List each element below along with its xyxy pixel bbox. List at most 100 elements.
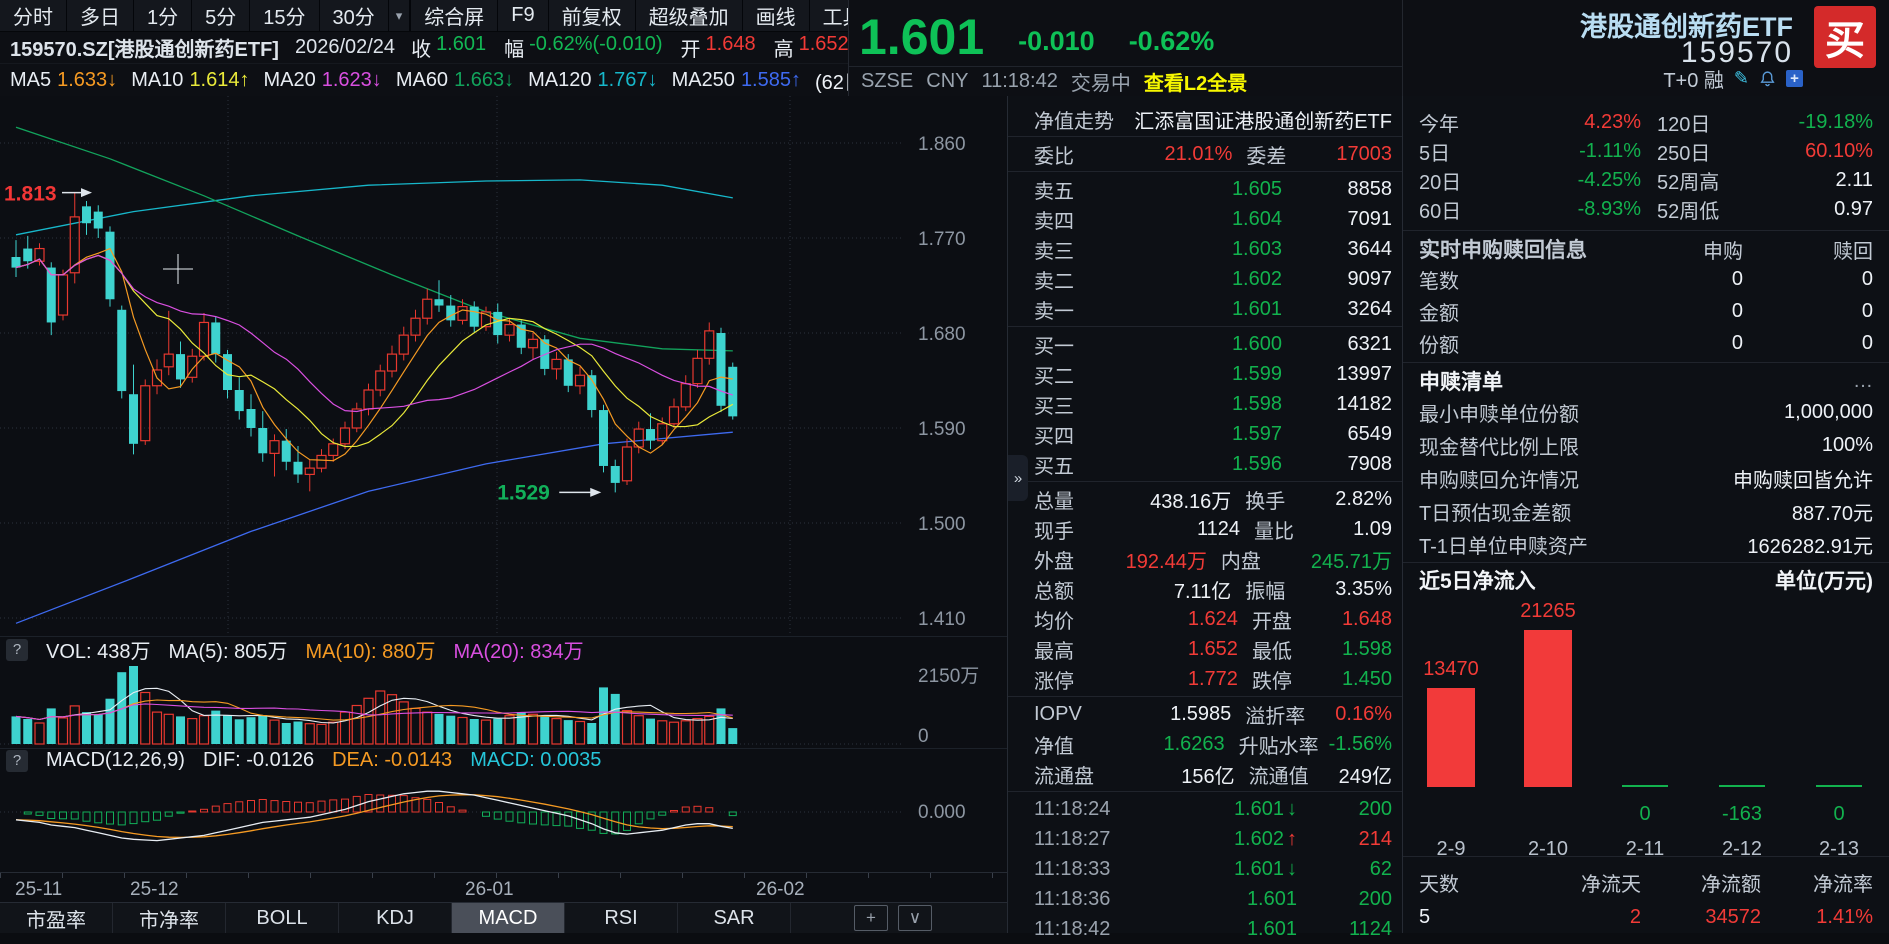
period-return-row-2: 20日-4.25%52周高2.11 xyxy=(1403,166,1889,195)
add-indicator-button[interactable]: + xyxy=(854,905,888,931)
bid-row[interactable]: 买五1.5967908 xyxy=(1008,449,1402,479)
tick-trade-row[interactable]: 11:18:271.602↑214 xyxy=(1008,824,1402,854)
fund-nav-row[interactable]: 净值走势汇添富国证港股通创新药ETF xyxy=(1008,104,1402,134)
ma-item-MA20: MA201.623↓ xyxy=(264,69,382,92)
kline-chart-pane[interactable]: 1.8601.7701.6801.5901.5001.4101.8131.529 xyxy=(0,96,1007,636)
buy-button[interactable]: 买 xyxy=(1814,6,1876,68)
bid-row[interactable]: 买三1.59814182 xyxy=(1008,389,1402,419)
flow-bar-label: 0 xyxy=(1600,803,1690,826)
quote-detail-panel: 净值走势汇添富国证港股通创新药ETF委比21.01%委差17003卖五1.605… xyxy=(1007,96,1402,933)
bid-row[interactable]: 买四1.5976549 xyxy=(1008,419,1402,449)
tool-button-2[interactable]: 前复权 xyxy=(549,0,636,31)
time-axis: 25-1125-1226-0126-02 xyxy=(0,872,1007,902)
redemption-list-header: 申赎清单… xyxy=(1403,366,1889,396)
subscription-row-1: 金额00 xyxy=(1403,295,1889,327)
vol-help-icon[interactable]: ? xyxy=(6,639,28,661)
ma-item-MA5: MA51.633↓ xyxy=(10,69,117,92)
collapse-handle[interactable]: » xyxy=(1008,455,1028,501)
period-returns-grid: 今年4.23%120日-19.18%5日-1.11%250日60.10%20日-… xyxy=(1403,108,1889,224)
chart-column: 1.8601.7701.6801.5901.5001.4101.8131.529… xyxy=(0,96,1007,933)
period-tab-0[interactable]: 分时 xyxy=(0,0,67,31)
tick-trade-row[interactable]: 11:18:361.601200 xyxy=(1008,884,1402,914)
xaxis-label-3: 26-02 xyxy=(756,879,805,901)
macd-chart[interactable]: 0.000 xyxy=(0,772,1007,872)
last-price-row: 1.601 -0.010 -0.62% xyxy=(849,0,1402,67)
tick-trade-row[interactable]: 11:18:241.601↓200 xyxy=(1008,794,1402,824)
period-tab-2[interactable]: 1分 xyxy=(134,0,192,31)
period-tab-4[interactable]: 15分 xyxy=(250,0,319,31)
macd-pane[interactable]: 0.000 xyxy=(0,772,1007,872)
info-field-3: 高1.652 xyxy=(774,33,849,62)
ask-row[interactable]: 卖二1.6029097 xyxy=(1008,264,1402,294)
ma-item-MA10: MA101.614↑ xyxy=(131,69,249,92)
info-field-1: 幅-0.62%(-0.010) xyxy=(504,33,662,62)
svg-text:1.680: 1.680 xyxy=(918,324,966,345)
kline-chart[interactable]: 1.8601.7701.6801.5901.5001.4101.8131.529 xyxy=(0,96,1007,636)
realtime-subscription-section: 实时申购赎回信息申购赎回笔数00金额00份额00 xyxy=(1403,235,1889,359)
bid-row[interactable]: 买二1.59913997 xyxy=(1008,359,1402,389)
symbol-label: 159570.SZ[港股通创新药ETF] xyxy=(10,33,279,62)
flow-bar-label: 13470 xyxy=(1406,658,1496,681)
period-dropdown-icon[interactable]: ▾ xyxy=(389,0,411,31)
tab-RSI[interactable]: RSI xyxy=(565,903,678,933)
macd-stat-0: MACD(12,26,9) xyxy=(46,749,185,772)
add-icon[interactable]: + xyxy=(1786,70,1803,87)
currency-label: CNY xyxy=(926,70,968,93)
volume-pane[interactable]: 2150万0 xyxy=(0,662,1007,748)
tab-市净率[interactable]: 市净率 xyxy=(113,903,226,933)
flow-date-label: 2-13 xyxy=(1794,838,1884,861)
stat-row-6: 涨停1.772跌停1.450 xyxy=(1008,664,1402,694)
pencil-icon[interactable]: ✎ xyxy=(1734,68,1749,89)
fund-info-panel: 今年4.23%120日-19.18%5日-1.11%250日60.10%20日-… xyxy=(1402,96,1889,933)
macd-stat-2: DEA: -0.0143 xyxy=(332,749,452,772)
tab-MACD[interactable]: MACD xyxy=(452,903,565,933)
tick-trade-row[interactable]: 11:18:421.6011124 xyxy=(1008,914,1402,944)
period-tab-3[interactable]: 5分 xyxy=(192,0,250,31)
xaxis-label-0: 25-11 xyxy=(15,879,62,901)
subscription-row-0: 笔数00 xyxy=(1403,263,1889,295)
macd-help-icon[interactable]: ? xyxy=(6,750,28,772)
toolbar: 分时多日1分5分15分30分▾综合屏F9前复权超级叠加画线工具⚙?» xyxy=(0,0,848,32)
ma-item-MA250: MA2501.585↑ xyxy=(672,69,801,92)
collapse-pane-button[interactable]: ∨ xyxy=(898,905,932,931)
svg-text:1.529: 1.529 xyxy=(497,481,550,504)
volume-header: ?VOL: 438万MA(5): 805万MA(10): 880万MA(20):… xyxy=(0,636,1007,662)
ask-row[interactable]: 卖三1.6033644 xyxy=(1008,234,1402,264)
more-icon[interactable]: … xyxy=(1503,370,1873,393)
tool-button-4[interactable]: 画线 xyxy=(743,0,810,31)
svg-text:1.813: 1.813 xyxy=(4,183,57,206)
tool-button-3[interactable]: 超级叠加 xyxy=(636,0,743,31)
ask-row[interactable]: 卖一1.6013264 xyxy=(1008,294,1402,324)
stat-row-3: 总额7.11亿振幅3.35% xyxy=(1008,574,1402,604)
period-tab-5[interactable]: 30分 xyxy=(320,0,389,31)
tab-SAR[interactable]: SAR xyxy=(678,903,791,933)
flow-date-label: 2-12 xyxy=(1697,838,1787,861)
tab-BOLL[interactable]: BOLL xyxy=(226,903,339,933)
svg-text:1.860: 1.860 xyxy=(918,134,966,155)
security-band: 港股通创新药ETF 159570 买 T+0 融 ✎ + xyxy=(1402,0,1889,96)
date-label: 2026/02/24 xyxy=(295,36,395,59)
l2-link[interactable]: 查看L2全景 xyxy=(1144,67,1247,96)
flow-bar-label: -163 xyxy=(1697,803,1787,826)
bid-row[interactable]: 买一1.6006321 xyxy=(1008,329,1402,359)
bell-icon[interactable] xyxy=(1759,70,1776,87)
ask-row[interactable]: 卖五1.6058858 xyxy=(1008,174,1402,204)
quote-band: 1.601 -0.010 -0.62% SZSE CNY 11:18:42 交易… xyxy=(848,0,1402,96)
ma-values: MA51.633↓MA101.614↑MA201.623↓MA601.663↓M… xyxy=(10,69,801,92)
last-price: 1.601 xyxy=(859,12,984,62)
tool-button-1[interactable]: F9 xyxy=(498,0,548,31)
tick-trade-row[interactable]: 11:18:331.601↓62 xyxy=(1008,854,1402,884)
vol-stat-1: MA(5): 805万 xyxy=(169,635,288,664)
vol-stat-0: VOL: 438万 xyxy=(46,635,151,664)
tab-市盈率[interactable]: 市盈率 xyxy=(0,903,113,933)
flow-zero-dash xyxy=(1719,785,1765,787)
redemption-row-0: 最小申赎单位份额1,000,000 xyxy=(1403,396,1889,429)
volume-chart[interactable]: 2150万0 xyxy=(0,662,1007,748)
ask-row[interactable]: 卖四1.6047091 xyxy=(1008,204,1402,234)
tab-KDJ[interactable]: KDJ xyxy=(339,903,452,933)
tool-button-0[interactable]: 综合屏 xyxy=(411,0,498,31)
redemption-list-section: 申赎清单…最小申赎单位份额1,000,000现金替代比例上限100%申购赎回允许… xyxy=(1403,366,1889,561)
period-tab-1[interactable]: 多日 xyxy=(67,0,134,31)
period-return-row-0: 今年4.23%120日-19.18% xyxy=(1403,108,1889,137)
ma-item-MA120: MA1201.767↓ xyxy=(528,69,657,92)
